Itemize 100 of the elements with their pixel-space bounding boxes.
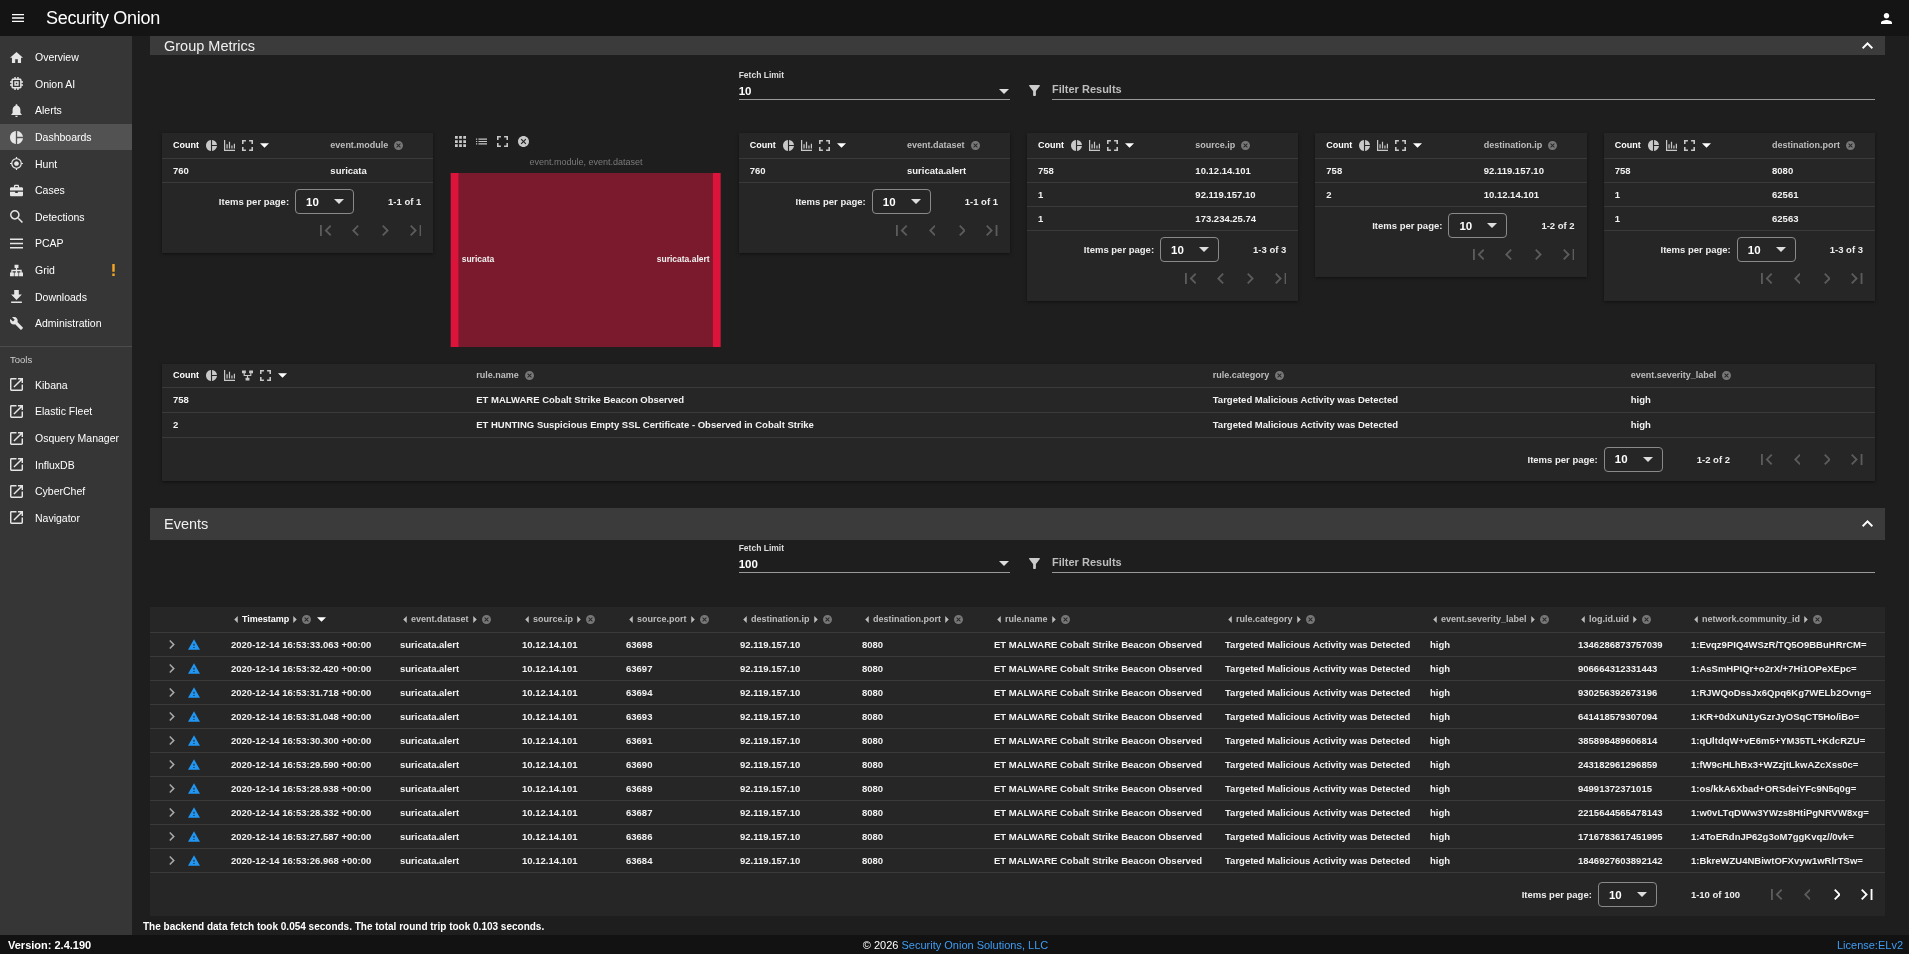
column-header[interactable]: event.dataset bbox=[411, 614, 469, 625]
triangle-left-icon[interactable] bbox=[1433, 615, 1437, 623]
column-header[interactable]: destination.port bbox=[873, 614, 941, 625]
nav-item[interactable]: Hunt bbox=[0, 150, 132, 177]
tool-link[interactable]: Elastic Fleet bbox=[0, 398, 132, 425]
triangle-right-icon[interactable] bbox=[472, 615, 477, 623]
caret-icon[interactable] bbox=[1413, 142, 1423, 148]
chevron-up-icon[interactable] bbox=[1862, 42, 1873, 49]
bar-chart-icon[interactable] bbox=[1377, 139, 1389, 151]
column-header[interactable]: event.severity_label bbox=[1441, 614, 1527, 625]
nav-item[interactable]: Grid bbox=[0, 256, 132, 284]
column-header[interactable]: Count bbox=[173, 370, 199, 381]
column-header[interactable]: rule.name bbox=[1005, 614, 1048, 625]
triangle-right-icon[interactable] bbox=[1051, 615, 1056, 623]
column-header[interactable]: source.ip bbox=[533, 614, 573, 625]
list-icon[interactable] bbox=[476, 135, 488, 147]
caret-icon[interactable] bbox=[1125, 142, 1134, 148]
caret-icon[interactable] bbox=[836, 142, 846, 148]
pie-chart-icon[interactable] bbox=[206, 139, 217, 151]
bar-chart-icon[interactable] bbox=[1665, 139, 1677, 151]
pie-chart-icon[interactable] bbox=[206, 369, 217, 381]
filter-field[interactable]: Filter Results bbox=[1052, 81, 1875, 100]
per-page-select[interactable]: 10 bbox=[1448, 213, 1508, 238]
triangle-left-icon[interactable] bbox=[525, 615, 529, 623]
pie-chart-icon[interactable] bbox=[1647, 139, 1659, 151]
company-link[interactable]: Security Onion Solutions, LLC bbox=[901, 938, 1049, 951]
column-header[interactable]: source.port bbox=[637, 614, 687, 625]
per-page-select[interactable]: 10 bbox=[871, 189, 931, 214]
chevron-up-icon[interactable] bbox=[1862, 520, 1873, 527]
pie-chart-icon[interactable] bbox=[1359, 139, 1371, 151]
nodes-icon[interactable] bbox=[242, 369, 253, 381]
triangle-left-icon[interactable] bbox=[865, 615, 869, 623]
column-header[interactable]: rule.name bbox=[476, 370, 519, 381]
tool-link[interactable]: InfluxDB bbox=[0, 451, 132, 478]
per-page-select[interactable]: 10 bbox=[1603, 446, 1663, 472]
grid-icon[interactable] bbox=[455, 135, 467, 147]
column-header[interactable]: event.severity_label bbox=[1630, 370, 1717, 381]
nav-item[interactable]: Cases bbox=[0, 176, 132, 204]
nav-item[interactable]: PCAP bbox=[0, 230, 132, 257]
triangle-right-icon[interactable] bbox=[1804, 615, 1808, 623]
expand-icon[interactable] bbox=[169, 664, 175, 673]
triangle-left-icon[interactable] bbox=[403, 615, 407, 623]
fullscreen-icon[interactable] bbox=[1683, 139, 1695, 151]
bar-chart-icon[interactable] bbox=[224, 139, 235, 151]
sort-caret-icon[interactable] bbox=[317, 616, 327, 622]
expand-icon[interactable] bbox=[169, 736, 175, 745]
caret-icon[interactable] bbox=[260, 142, 269, 148]
column-header[interactable]: Count bbox=[1614, 140, 1641, 151]
column-header[interactable]: event.dataset bbox=[907, 140, 965, 151]
fetch-limit-select[interactable]: Fetch Limit 100 bbox=[738, 542, 1010, 573]
column-header[interactable]: destination.ip bbox=[751, 614, 810, 625]
fullscreen-icon[interactable] bbox=[497, 135, 509, 147]
remove-icon[interactable] bbox=[518, 135, 530, 147]
nav-item[interactable]: Administration bbox=[0, 309, 132, 337]
pie-chart-icon[interactable] bbox=[782, 139, 794, 151]
triangle-left-icon[interactable] bbox=[1581, 615, 1585, 623]
expand-icon[interactable] bbox=[169, 856, 175, 865]
column-header[interactable]: Timestamp bbox=[242, 614, 290, 625]
expand-icon[interactable] bbox=[169, 760, 175, 769]
bar-chart-icon[interactable] bbox=[1089, 139, 1100, 151]
tool-link[interactable]: Navigator bbox=[0, 504, 132, 532]
fullscreen-icon[interactable] bbox=[1107, 139, 1118, 151]
bar-chart-icon[interactable] bbox=[800, 139, 812, 151]
expand-icon[interactable] bbox=[169, 832, 175, 841]
fullscreen-icon[interactable] bbox=[260, 369, 271, 381]
triangle-right-icon[interactable] bbox=[945, 615, 949, 623]
triangle-left-icon[interactable] bbox=[997, 615, 1001, 623]
triangle-left-icon[interactable] bbox=[234, 615, 238, 623]
fetch-limit-select[interactable]: Fetch Limit 10 bbox=[738, 70, 1010, 100]
per-page-select[interactable]: 10 bbox=[1160, 237, 1220, 262]
column-header[interactable]: Count bbox=[1326, 140, 1353, 151]
chevron-right-icon[interactable] bbox=[1833, 889, 1841, 900]
triangle-left-icon[interactable] bbox=[743, 615, 747, 623]
triangle-right-icon[interactable] bbox=[293, 615, 298, 623]
nav-item[interactable]: Downloads bbox=[0, 283, 132, 310]
column-header[interactable]: event.module bbox=[330, 140, 389, 151]
triangle-left-icon[interactable] bbox=[1228, 615, 1232, 623]
column-header[interactable]: rule.category bbox=[1236, 614, 1293, 625]
caret-icon[interactable] bbox=[278, 372, 287, 378]
tool-link[interactable]: Osquery Manager bbox=[0, 424, 132, 452]
column-header[interactable]: Count bbox=[749, 140, 776, 151]
expand-icon[interactable] bbox=[169, 784, 175, 793]
triangle-right-icon[interactable] bbox=[813, 615, 818, 623]
menu-icon[interactable] bbox=[12, 13, 24, 23]
expand-icon[interactable] bbox=[169, 688, 175, 697]
expand-icon[interactable] bbox=[169, 808, 175, 817]
triangle-left-icon[interactable] bbox=[629, 615, 633, 623]
expand-icon[interactable] bbox=[169, 640, 175, 649]
column-header[interactable]: Count bbox=[1038, 140, 1064, 151]
tool-link[interactable]: Kibana bbox=[0, 371, 132, 399]
nav-item[interactable]: Overview bbox=[0, 44, 132, 71]
last-page-icon[interactable] bbox=[1861, 889, 1873, 900]
triangle-right-icon[interactable] bbox=[690, 615, 695, 623]
triangle-left-icon[interactable] bbox=[1694, 615, 1698, 623]
nav-item[interactable]: Alerts bbox=[0, 97, 132, 124]
user-icon[interactable] bbox=[1881, 12, 1892, 24]
column-header[interactable]: log.id.uid bbox=[1589, 614, 1629, 625]
bar-chart-icon[interactable] bbox=[224, 369, 235, 381]
per-page-select[interactable]: 10 bbox=[1736, 237, 1796, 262]
filter-field[interactable]: Filter Results bbox=[1052, 553, 1875, 573]
